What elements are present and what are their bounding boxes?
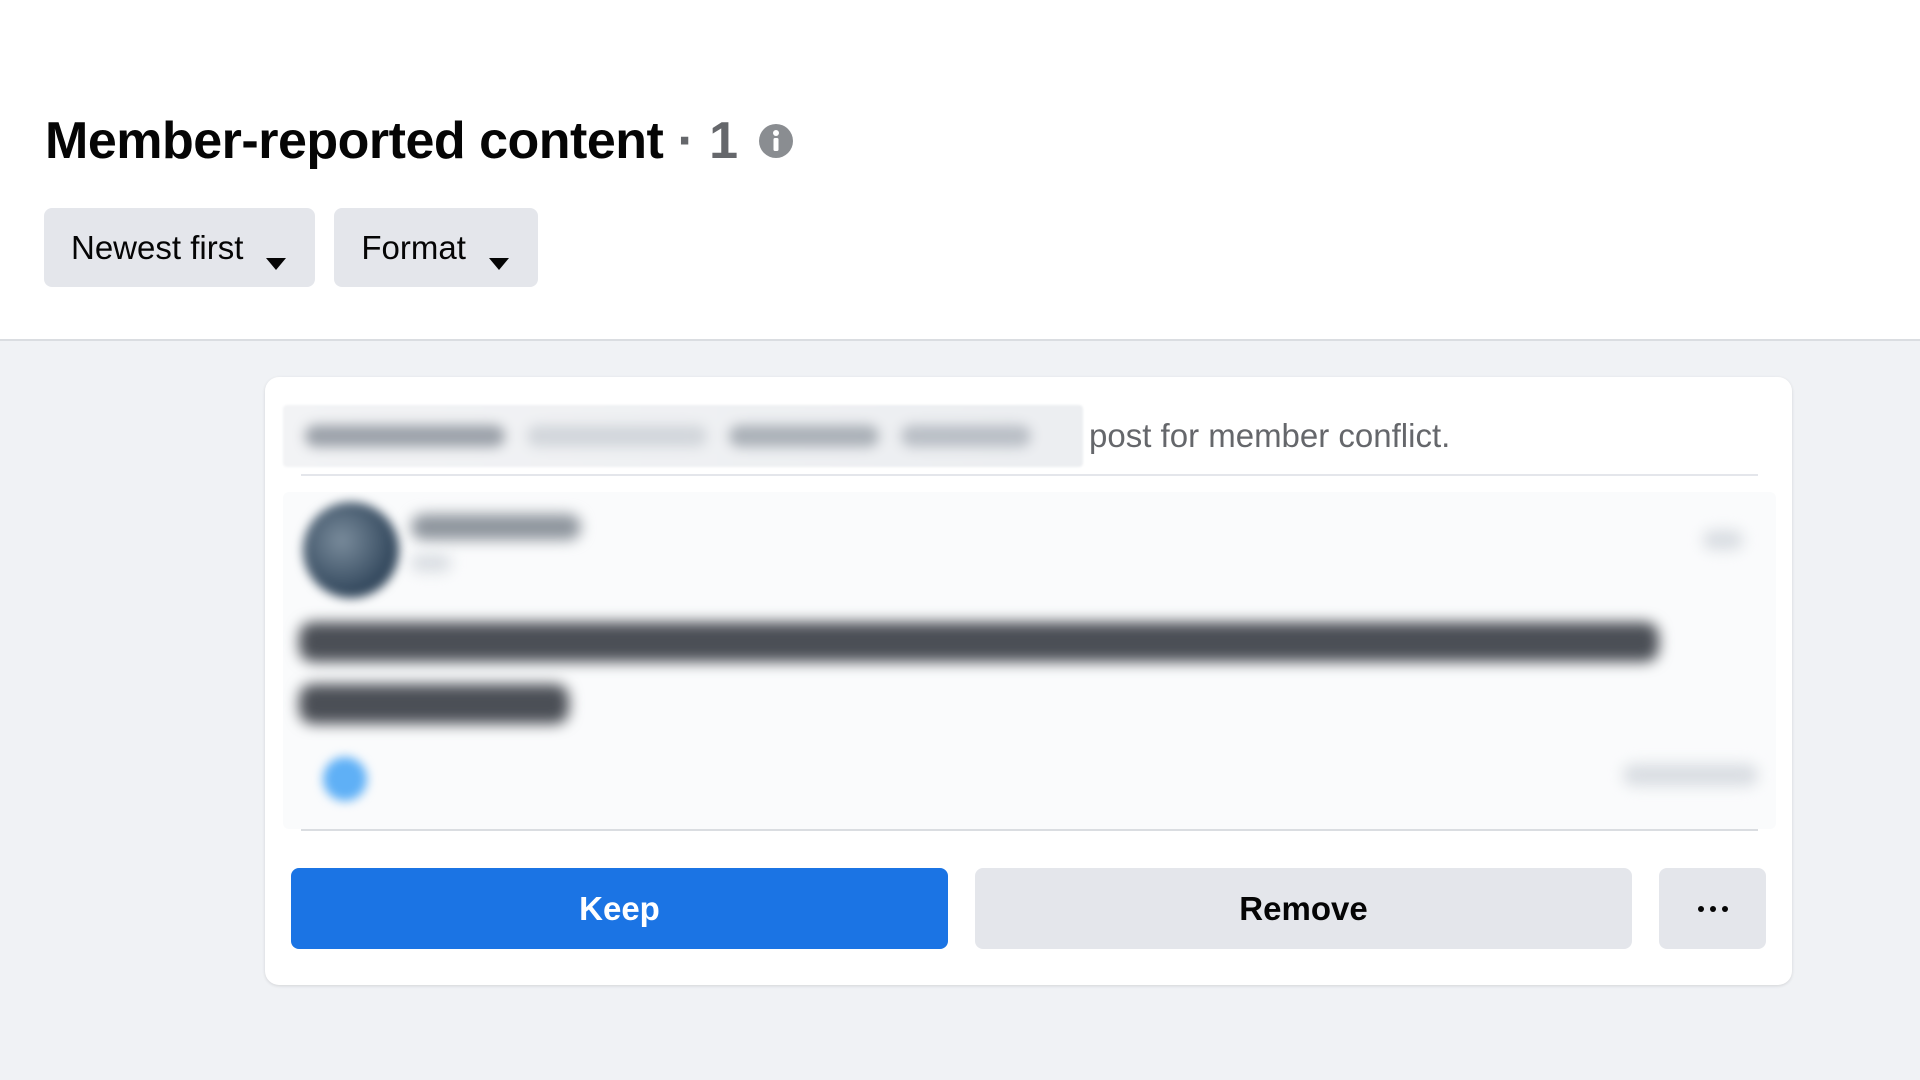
more-options-icon	[1697, 905, 1728, 912]
caret-down-icon	[488, 241, 510, 270]
redacted-post-text-line	[299, 684, 569, 724]
divider	[301, 474, 1758, 476]
title-row: Member-reported content · 1	[45, 108, 794, 174]
redacted-author-name	[411, 514, 581, 540]
keep-button[interactable]: Keep	[291, 868, 948, 949]
filter-bar: Newest first Format	[44, 208, 538, 287]
redacted-reporter-info	[283, 405, 1083, 467]
page-title: Member-reported content	[45, 112, 664, 170]
reported-post-preview[interactable]	[283, 492, 1776, 829]
format-dropdown[interactable]: Format	[334, 208, 538, 287]
sort-dropdown-label: Newest first	[71, 228, 244, 266]
reported-content-card: post for member conflict. Keep Remove	[265, 377, 1792, 985]
divider	[301, 829, 1758, 831]
moderation-actions: Keep Remove	[291, 868, 1766, 949]
redacted-post-menu	[1703, 530, 1743, 550]
more-options-button[interactable]	[1659, 868, 1766, 949]
format-dropdown-label: Format	[361, 228, 466, 266]
reaction-icon	[323, 757, 367, 801]
info-icon[interactable]	[758, 123, 794, 159]
avatar	[303, 502, 399, 598]
redacted-post-text-line	[299, 622, 1659, 662]
page-header: Member-reported content · 1 Newest first…	[0, 0, 1920, 341]
report-summary: post for member conflict.	[283, 395, 1743, 477]
redacted-timestamp	[411, 554, 451, 572]
report-count: · 1	[677, 112, 739, 170]
report-reason: post for member conflict.	[1089, 417, 1451, 454]
remove-button[interactable]: Remove	[975, 868, 1632, 949]
caret-down-icon	[265, 241, 287, 270]
sort-dropdown[interactable]: Newest first	[44, 208, 316, 287]
redacted-comment-count	[1623, 764, 1758, 786]
